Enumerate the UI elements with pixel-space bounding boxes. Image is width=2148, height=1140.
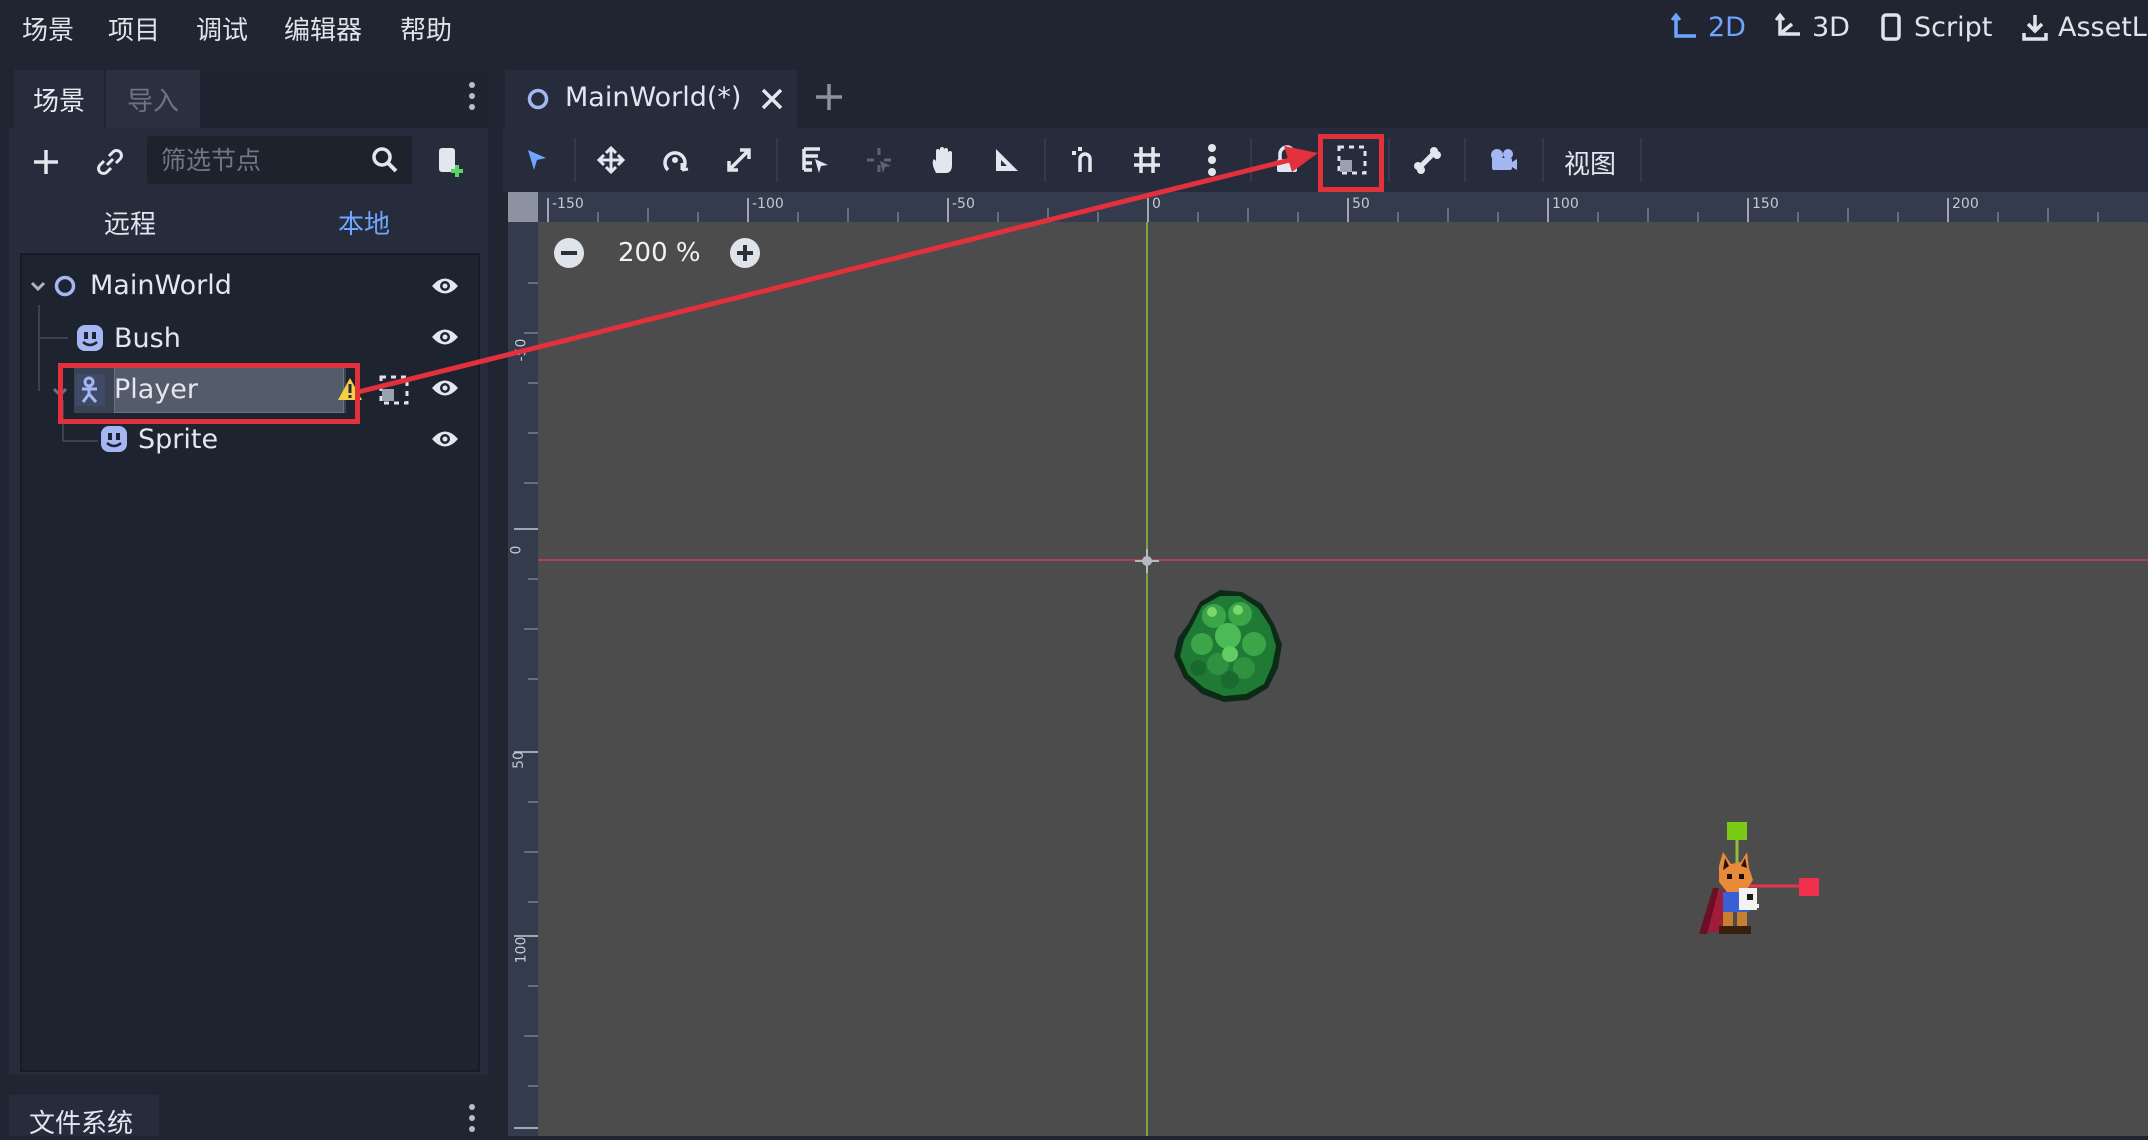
annotation-arrow xyxy=(357,146,1318,395)
